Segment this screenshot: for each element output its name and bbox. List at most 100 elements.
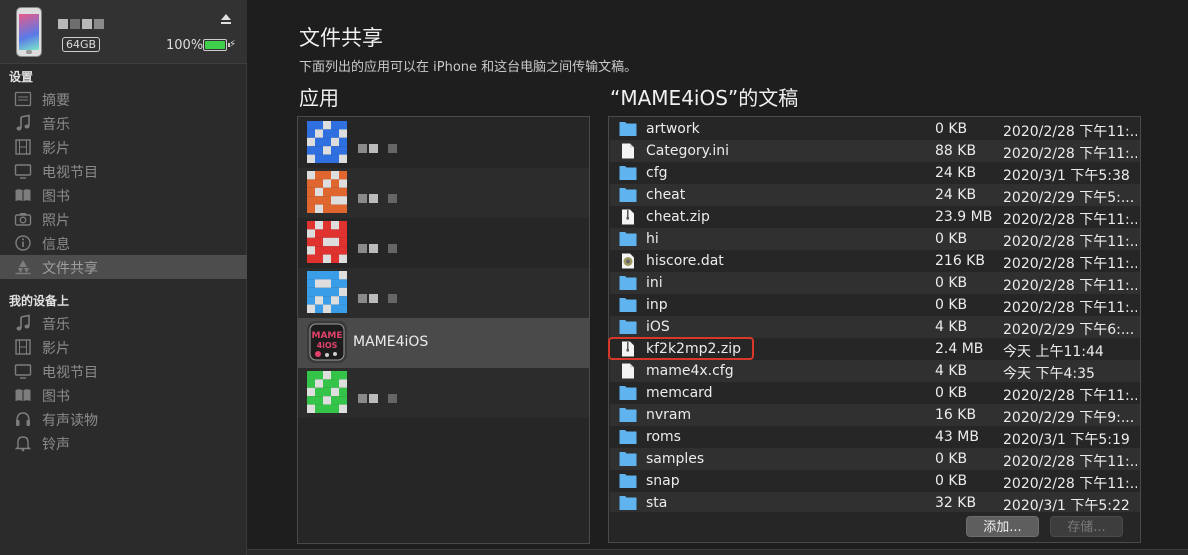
sidebar-item-book[interactable]: 图书: [0, 183, 247, 207]
mame4ios-icon: MAME 4iOS: [307, 321, 347, 363]
file-name: inp: [646, 297, 668, 313]
app-row[interactable]: MAME 4iOS MAME4iOS: [298, 318, 589, 368]
app-row[interactable]: [298, 368, 589, 418]
camera-icon: [14, 210, 32, 228]
sidebar-item-tv[interactable]: 电视节目: [0, 159, 247, 183]
app-name-redacted: [358, 138, 399, 153]
folder-icon: [619, 121, 637, 137]
file-size: 0 KB: [935, 473, 968, 489]
file-name: Category.ini: [646, 143, 730, 159]
file-row[interactable]: iOS 4 KB 2020/2/29 下午6:...: [610, 316, 1140, 338]
app-row[interactable]: [298, 118, 589, 168]
sidebar-item-label: 音乐: [42, 317, 70, 333]
sidebar-item-label: 电视节目: [42, 165, 98, 181]
file-size: 32 KB: [935, 495, 977, 511]
file-size: 4 KB: [935, 363, 968, 379]
sidebar-item-label: 铃声: [42, 437, 70, 453]
file-date: 2020/2/28 下午11:...: [1003, 256, 1137, 272]
file-size: 23.9 MB: [935, 209, 993, 225]
capacity-badge: 64GB: [62, 37, 101, 52]
ondevice-section-title: 我的设备上: [9, 294, 70, 308]
file-date: 2020/2/28 下午11:...: [1003, 124, 1137, 140]
file-name: cheat.zip: [646, 209, 710, 225]
file-date: 2020/2/29 下午9:...: [1003, 410, 1135, 426]
music-icon: [14, 314, 32, 332]
device-header[interactable]: 64GB 100% ⚡: [0, 0, 247, 64]
file-row[interactable]: memcard 0 KB 2020/2/28 下午11:...: [610, 382, 1140, 404]
book-icon: [14, 186, 32, 204]
sidebar-item-summary[interactable]: 摘要: [0, 87, 247, 111]
apps-list: MAME 4iOS MAME4iOS: [297, 116, 590, 544]
file-row[interactable]: ini 0 KB 2020/2/28 下午11:...: [610, 272, 1140, 294]
file-date: 2020/3/1 下午5:38: [1003, 168, 1130, 184]
app-row[interactable]: [298, 218, 589, 268]
file-row[interactable]: cheat 24 KB 2020/2/29 下午5:...: [610, 184, 1140, 206]
file-row[interactable]: samples 0 KB 2020/2/28 下午11:...: [610, 448, 1140, 470]
file-size: 0 KB: [935, 297, 968, 313]
sidebar-item-camera[interactable]: 照片: [0, 207, 247, 231]
file-date: 2020/2/28 下午11:...: [1003, 300, 1137, 316]
sidebar-item-book[interactable]: 图书: [0, 383, 247, 407]
app-row[interactable]: [298, 268, 589, 318]
folder-icon: [619, 231, 637, 247]
page-description: 下面列出的应用可以在 iPhone 和这台电脑之间传输文稿。: [299, 60, 638, 75]
file-row[interactable]: cheat.zip 23.9 MB 2020/2/28 下午11:...: [610, 206, 1140, 228]
app-icon-redacted: [307, 221, 347, 263]
file-row[interactable]: snap 0 KB 2020/2/28 下午11:...: [610, 470, 1140, 492]
sidebar-item-music[interactable]: 音乐: [0, 111, 247, 135]
file-date: 2020/2/28 下午11:...: [1003, 476, 1137, 492]
file-size: 24 KB: [935, 165, 977, 181]
file-date: 今天 下午4:35: [1003, 366, 1095, 382]
sidebar-item-film[interactable]: 影片: [0, 335, 247, 359]
app-icon-redacted: [307, 121, 347, 163]
app-icon-redacted: [307, 171, 347, 213]
folder-icon: [619, 429, 637, 445]
sidebar-item-info[interactable]: 信息: [0, 231, 247, 255]
sidebar-item-apps[interactable]: 文件共享: [0, 255, 247, 279]
file-row[interactable]: mame4x.cfg 4 KB 今天 下午4:35: [610, 360, 1140, 382]
file-row[interactable]: hiscore.dat 216 KB 2020/2/28 下午11:...: [610, 250, 1140, 272]
sidebar-item-film[interactable]: 影片: [0, 135, 247, 159]
folder-icon: [619, 187, 637, 203]
file-size: 24 KB: [935, 187, 977, 203]
app-name-redacted: [358, 188, 399, 203]
sidebar-item-label: 电视节目: [42, 365, 98, 381]
folder-icon: [619, 165, 637, 181]
file-name: ini: [646, 275, 663, 291]
docs-footer: 添加... 存储...: [609, 512, 1140, 542]
sidebar-item-bell[interactable]: 铃声: [0, 431, 247, 455]
sidebar-item-label: 信息: [42, 237, 70, 253]
file-row[interactable]: nvram 16 KB 2020/2/29 下午9:...: [610, 404, 1140, 426]
file-name: sta: [646, 495, 668, 511]
file-row[interactable]: artwork 0 KB 2020/2/28 下午11:...: [610, 118, 1140, 140]
file-row[interactable]: cfg 24 KB 2020/3/1 下午5:38: [610, 162, 1140, 184]
app-name-redacted: [358, 388, 399, 403]
folder-icon: [619, 385, 637, 401]
app-row[interactable]: [298, 168, 589, 218]
file-row[interactable]: inp 0 KB 2020/2/28 下午11:...: [610, 294, 1140, 316]
file-row[interactable]: hi 0 KB 2020/2/28 下午11:...: [610, 228, 1140, 250]
sidebar-item-label: 图书: [42, 389, 70, 405]
sidebar-item-label: 摘要: [42, 93, 70, 109]
file-date: 2020/2/29 下午6:...: [1003, 322, 1135, 338]
svg-text:MAME: MAME: [311, 331, 342, 341]
film-icon: [14, 138, 32, 156]
sidebar-item-headphones[interactable]: 有声读物: [0, 407, 247, 431]
add-button[interactable]: 添加...: [966, 516, 1039, 537]
folder-icon: [619, 275, 637, 291]
battery-percent: 100%: [166, 38, 204, 53]
file-size: 16 KB: [935, 407, 977, 423]
file-size: 2.4 MB: [935, 341, 984, 357]
file-name: mame4x.cfg: [646, 363, 734, 379]
file-row[interactable]: Category.ini 88 KB 2020/2/28 下午11:...: [610, 140, 1140, 162]
folder-icon: [619, 451, 637, 467]
sidebar-item-music[interactable]: 音乐: [0, 311, 247, 335]
file-row[interactable]: roms 43 MB 2020/3/1 下午5:19: [610, 426, 1140, 448]
save-button[interactable]: 存储...: [1050, 516, 1123, 537]
eject-icon[interactable]: [220, 13, 232, 25]
sidebar-item-tv[interactable]: 电视节目: [0, 359, 247, 383]
file-date: 2020/2/28 下午11:...: [1003, 454, 1137, 470]
music-icon: [14, 114, 32, 132]
file-row[interactable]: sta 32 KB 2020/3/1 下午5:22: [610, 492, 1140, 514]
file-name: hi: [646, 231, 659, 247]
